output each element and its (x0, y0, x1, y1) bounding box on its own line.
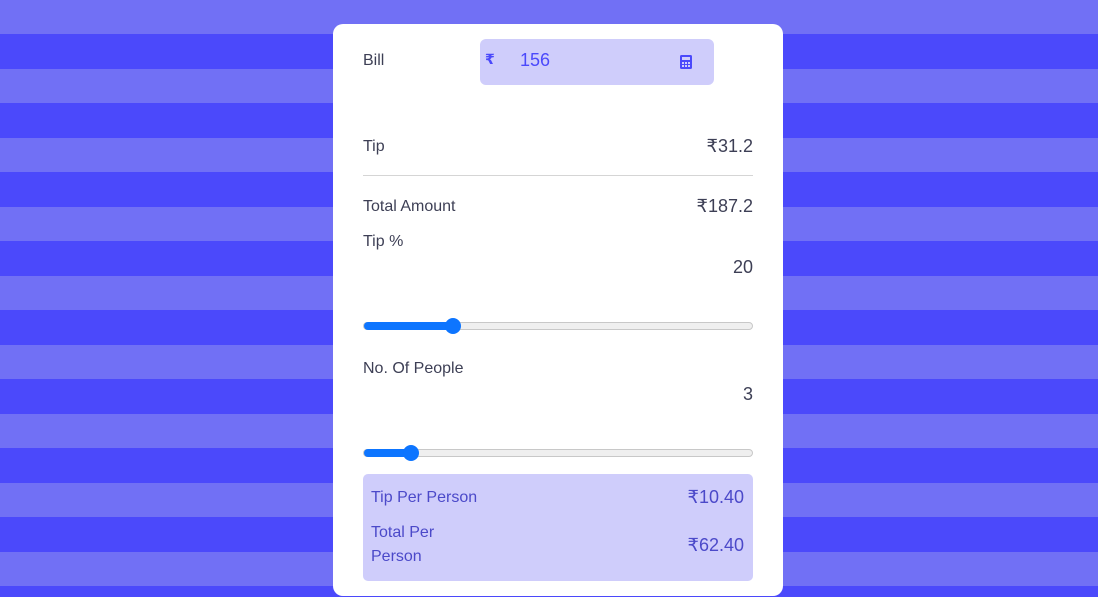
tip-percent-value: 20 (732, 257, 753, 277)
per-person-summary: Tip Per Person ₹10.40 Total Per Person ₹… (363, 474, 753, 581)
total-per-person-label-line2: Person (371, 548, 422, 565)
people-label: No. Of People (363, 360, 464, 377)
tip-percent-slider-thumb[interactable] (445, 318, 461, 334)
people-slider-thumb[interactable] (403, 445, 419, 461)
people-slider[interactable] (363, 445, 753, 461)
people-value: 3 (742, 384, 753, 404)
total-amount-label: Total Amount (363, 198, 456, 215)
total-amount-value: ₹187.2 (696, 196, 754, 216)
tip-per-person-label: Tip Per Person (371, 489, 478, 506)
total-per-person-value: ₹62.40 (687, 535, 745, 555)
tip-calculator-card: Bill ₹ Tip ₹31.2 Total Amount ₹187.2 Tip… (333, 24, 783, 596)
divider (363, 175, 753, 176)
bill-input[interactable] (520, 47, 660, 73)
tip-percent-slider[interactable] (363, 318, 753, 334)
tip-label: Tip (363, 138, 385, 155)
bill-input-wrapper[interactable]: ₹ (480, 39, 714, 85)
tip-percent-label: Tip % (363, 233, 404, 250)
tip-percent-slider-fill (364, 322, 453, 330)
total-per-person-label-line1: Total Per (371, 524, 435, 541)
tip-value: ₹31.2 (706, 136, 754, 156)
rupee-icon: ₹ (485, 51, 495, 67)
tip-per-person-value: ₹10.40 (687, 487, 745, 507)
bill-label: Bill (363, 52, 385, 69)
calculator-icon[interactable] (678, 54, 694, 70)
